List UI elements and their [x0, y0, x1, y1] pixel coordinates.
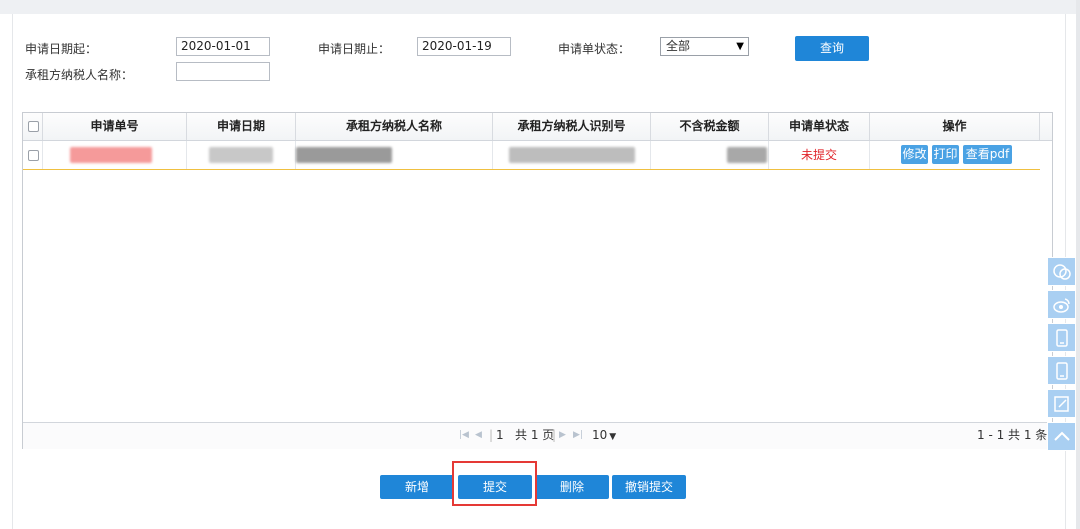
query-button[interactable]: 查询	[795, 36, 869, 61]
redacted-application-date	[209, 147, 273, 163]
chat-bubbles-icon	[1053, 264, 1071, 280]
application-number-cell	[43, 141, 187, 169]
record-range-text: 1 - 1 共 1 条	[977, 428, 1048, 442]
amount-cell	[651, 141, 769, 169]
lessee-name-label: 承租方纳税人名称：	[25, 68, 134, 82]
end-date-input[interactable]: 2020-01-19	[417, 37, 511, 56]
dock-item-back-to-top[interactable]	[1047, 422, 1076, 451]
column-header[interactable]: 不含税金额	[651, 113, 769, 140]
column-header[interactable]: 承租方纳税人识别号	[493, 113, 651, 140]
page-scrollbar[interactable]	[1076, 0, 1080, 529]
add-button[interactable]: 新增	[380, 475, 454, 499]
lessee-tax-id-cell	[493, 141, 651, 169]
page-size-value: 10	[592, 428, 608, 442]
table-row[interactable]: 未提交 修改 打印 查看pdf	[23, 141, 1040, 170]
print-button[interactable]: 打印	[932, 145, 959, 164]
application-date-cell	[187, 141, 296, 169]
revoke-submit-button[interactable]: 撤销提交	[612, 475, 686, 499]
dock-item-weibo[interactable]	[1047, 290, 1076, 319]
dock-item-mobile-app[interactable]	[1047, 356, 1076, 385]
dropdown-arrow-icon: ▼	[736, 41, 744, 52]
status-filter-label: 申请单状态：	[558, 42, 631, 56]
status-cell: 未提交	[769, 141, 870, 169]
pager-separator: |	[489, 428, 494, 442]
start-date-label: 申请日期起：	[25, 42, 98, 56]
row-checkbox[interactable]	[28, 150, 39, 161]
page-number-input[interactable]: 1	[496, 423, 504, 447]
edit-button[interactable]: 修改	[901, 145, 928, 164]
data-grid: 申请单号 申请日期 承租方纳税人名称 承租方纳税人识别号 不含税金额 申请单状态…	[22, 112, 1053, 449]
weibo-icon	[1053, 298, 1070, 313]
redacted-lessee-tax-id	[509, 147, 635, 163]
delete-button[interactable]: 删除	[535, 475, 609, 499]
mobile-icon	[1056, 329, 1068, 347]
redacted-application-number	[70, 147, 152, 163]
last-page-icon[interactable]: ▶|	[573, 423, 583, 447]
dock-item-feedback[interactable]	[1047, 389, 1076, 418]
page-size-arrow-icon: ▼	[609, 432, 617, 442]
status-select[interactable]: 全部 ▼	[660, 37, 749, 56]
edit-note-icon	[1054, 396, 1069, 412]
lessee-name-input[interactable]	[176, 62, 270, 81]
column-header[interactable]: 申请单号	[43, 113, 187, 140]
pager-separator: |	[552, 428, 557, 442]
column-header[interactable]: 操作	[870, 113, 1040, 140]
column-header[interactable]: 申请日期	[187, 113, 296, 140]
row-checkbox-cell	[23, 141, 43, 169]
column-header[interactable]: 承租方纳税人名称	[296, 113, 493, 140]
top-band	[0, 0, 1080, 14]
dock-item-chat[interactable]	[1047, 257, 1076, 286]
lessee-name-cell	[296, 141, 493, 169]
start-date-input[interactable]: 2020-01-01	[176, 37, 270, 56]
mobile-icon	[1056, 362, 1068, 380]
dock-item-mobile[interactable]	[1047, 323, 1076, 352]
view-pdf-button[interactable]: 查看pdf	[963, 145, 1012, 164]
end-date-label: 申请日期止：	[318, 42, 391, 56]
chevron-up-icon	[1054, 431, 1070, 441]
first-page-icon[interactable]: |◀	[459, 423, 469, 447]
status-select-value: 全部	[666, 39, 691, 53]
submit-button-highlight	[452, 461, 537, 506]
select-all-checkbox[interactable]	[28, 121, 39, 132]
status-badge: 未提交	[800, 148, 837, 162]
column-header[interactable]: 申请单状态	[769, 113, 870, 140]
redacted-amount	[727, 147, 767, 163]
page-size-select[interactable]: 10 ▼	[592, 423, 616, 449]
header-checkbox-cell	[23, 113, 43, 140]
redacted-lessee-name	[296, 147, 392, 163]
grid-header: 申请单号 申请日期 承租方纳税人名称 承租方纳税人识别号 不含税金额 申请单状态…	[23, 113, 1052, 141]
operations-cell: 修改 打印 查看pdf	[870, 141, 1040, 169]
next-page-icon[interactable]: ▶	[559, 423, 566, 447]
prev-page-icon[interactable]: ◀	[475, 423, 482, 447]
pagination-bar: |◀ ◀ | 1 共 1 页 | ▶ ▶| 10 ▼ 1 - 1 共 1 条	[23, 422, 1052, 449]
total-pages-text: 共 1 页	[515, 428, 555, 442]
